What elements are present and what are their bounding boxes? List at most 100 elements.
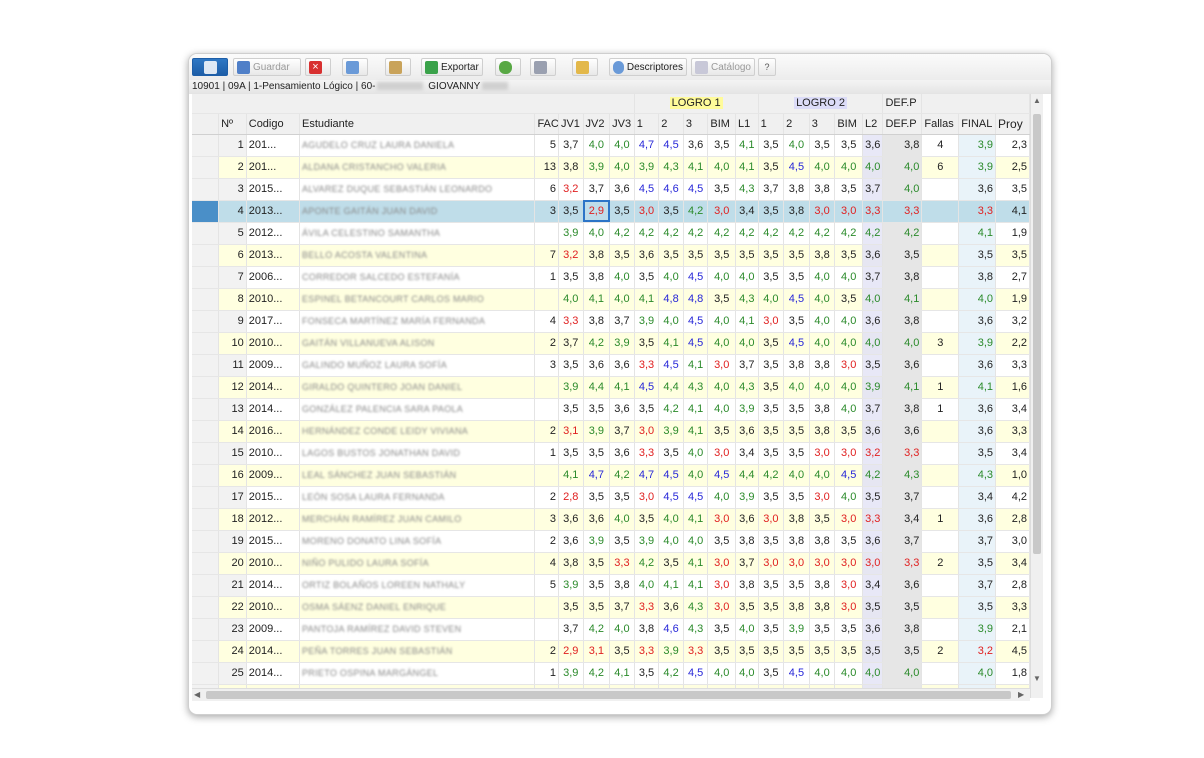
grade-cell-a3[interactable]: 4,1	[683, 354, 709, 377]
grade-cell-l1[interactable]: 3,8	[735, 574, 759, 597]
grade-cell-b2[interactable]: 4,0	[783, 464, 810, 487]
grade-cell-l1[interactable]: 4,0	[735, 662, 759, 685]
grade-cell-a3[interactable]: 4,0	[683, 530, 709, 553]
grade-cell-l1[interactable]: 3,4	[735, 200, 759, 223]
fac-cell[interactable]	[534, 288, 559, 311]
fallas-cell[interactable]: 6	[921, 156, 960, 179]
grade-cell-a2[interactable]: 3,9	[658, 640, 684, 663]
row-selector[interactable]	[192, 156, 220, 179]
grade-cell-l1[interactable]: 4,4	[735, 464, 759, 487]
grade-cell-a2[interactable]: 4,6	[658, 178, 684, 201]
grade-cell-b2[interactable]: 3,8	[783, 354, 810, 377]
fac-cell[interactable]: 5	[534, 574, 559, 597]
grade-cell-b2[interactable]: 4,5	[783, 332, 810, 355]
grade-cell-l1[interactable]: 3,4	[735, 442, 759, 465]
grade-cell-jv3[interactable]: 4,0	[609, 618, 635, 641]
grade-cell-jv3[interactable]: 3,9	[609, 332, 635, 355]
student-row[interactable]: 17 2015... LEÓN SOSA LAURA FERNANDA 2 2,8 3,5…	[192, 486, 1030, 509]
row-selector[interactable]	[192, 552, 220, 575]
grade-cell-b2[interactable]: 4,5	[783, 662, 810, 685]
grade-cell-a3[interactable]: 4,1	[683, 156, 709, 179]
grade-cell-l2[interactable]: 3,5	[862, 354, 884, 377]
grade-cell-a3[interactable]: 3,3	[683, 640, 709, 663]
row-selector[interactable]	[192, 486, 220, 509]
fac-cell[interactable]: 2	[534, 332, 559, 355]
export-button[interactable]: Exportar	[421, 58, 483, 76]
grade-cell-bim1[interactable]: 3,5	[707, 618, 737, 641]
grade-cell-jv1[interactable]: 3,5	[558, 596, 584, 619]
student-row[interactable]: 14 2016... HERNÁNDEZ CONDE LEIDY VIVIANA 2 3…	[192, 420, 1030, 443]
app-menu-button[interactable]	[192, 58, 228, 76]
grade-cell-a1[interactable]: 3,5	[634, 398, 660, 421]
grade-cell-l1[interactable]: 3,5	[735, 640, 759, 663]
scroll-left-icon[interactable]: ◀	[194, 690, 200, 699]
student-row[interactable]: 1 201... AGUDELO CRUZ LAURA DANIELA 5 3,7 4,0…	[192, 134, 1030, 157]
grade-cell-a2[interactable]: 4,8	[658, 288, 684, 311]
grade-cell-b3[interactable]: 3,0	[809, 486, 836, 509]
student-row[interactable]: 8 2010... ESPINEL BETANCOURT CARLOS MARIO 4…	[192, 288, 1030, 311]
grade-cell-a2[interactable]: 4,5	[658, 354, 684, 377]
grade-cell-b2[interactable]: 4,5	[783, 288, 810, 311]
fac-cell[interactable]: 2	[534, 420, 559, 443]
grade-cell-b3[interactable]: 3,5	[809, 640, 836, 663]
grade-cell-a3[interactable]: 4,1	[683, 508, 709, 531]
grade-cell-l2[interactable]: 3,3	[862, 508, 884, 531]
row-selector[interactable]	[192, 376, 220, 399]
grade-cell-b1[interactable]: 3,7	[758, 178, 785, 201]
grade-cell-jv2[interactable]: 3,8	[583, 310, 611, 333]
grade-cell-jv3[interactable]: 4,1	[609, 376, 635, 399]
grade-cell-b1[interactable]: 3,5	[758, 266, 785, 289]
grade-cell-l2[interactable]: 3,6	[862, 310, 884, 333]
grade-cell-l2[interactable]: 3,4	[862, 574, 884, 597]
grade-cell-bim1[interactable]: 3,0	[707, 508, 737, 531]
grade-cell-b3[interactable]: 3,8	[809, 354, 836, 377]
grade-cell-l2[interactable]: 3,3	[862, 200, 884, 223]
grade-cell-l1[interactable]: 4,1	[735, 134, 759, 157]
grade-cell-a2[interactable]: 4,3	[658, 156, 684, 179]
fac-cell[interactable]: 3	[534, 508, 559, 531]
grade-cell-a3[interactable]: 4,5	[683, 178, 709, 201]
grade-cell-l1[interactable]: 3,5	[735, 596, 759, 619]
catalogo-button[interactable]: Catálogo	[691, 58, 755, 76]
fac-cell[interactable]	[534, 596, 559, 619]
student-button[interactable]	[495, 58, 521, 76]
grade-cell-a2[interactable]: 4,2	[658, 662, 684, 685]
grade-cell-jv3[interactable]: 3,6	[609, 442, 635, 465]
grade-cell-a1[interactable]: 4,0	[634, 574, 660, 597]
grade-cell-b1[interactable]: 3,5	[758, 200, 785, 223]
col-header-code[interactable]: Codigo	[246, 113, 300, 135]
grade-cell-l1[interactable]: 3,8	[735, 530, 759, 553]
grade-cell-bim1[interactable]: 4,0	[707, 486, 737, 509]
grade-cell-jv3[interactable]: 4,2	[609, 464, 635, 487]
grade-cell-a2[interactable]: 4,4	[658, 376, 684, 399]
grade-cell-jv2[interactable]: 2,9	[583, 200, 611, 223]
grade-cell-l1[interactable]: 3,7	[735, 552, 759, 575]
grade-cell-a2[interactable]: 4,0	[658, 530, 684, 553]
fac-cell[interactable]	[534, 398, 559, 421]
grade-cell-b1[interactable]: 3,5	[758, 442, 785, 465]
grade-cell-b1[interactable]: 3,5	[758, 134, 785, 157]
paste-button[interactable]	[385, 58, 411, 76]
grade-cell-bim1[interactable]: 4,0	[707, 376, 737, 399]
grade-cell-l2[interactable]: 3,7	[862, 398, 884, 421]
grade-cell-jv3[interactable]: 3,7	[609, 420, 635, 443]
grade-cell-a1[interactable]: 3,6	[634, 244, 660, 267]
grade-cell-a1[interactable]: 3,9	[634, 156, 660, 179]
grade-cell-jv1[interactable]: 3,7	[558, 134, 584, 157]
fac-cell[interactable]: 6	[534, 178, 559, 201]
col-header-l2[interactable]: L2	[862, 113, 884, 135]
fac-cell[interactable]: 4	[534, 310, 559, 333]
student-row[interactable]: 23 2009... PANTOJA RAMÍREZ DAVID STEVEN 3,7…	[192, 618, 1030, 641]
col-header-a3[interactable]: 3	[683, 113, 709, 135]
grade-cell-b3[interactable]: 3,0	[809, 200, 836, 223]
grade-cell-a3[interactable]: 3,5	[683, 244, 709, 267]
grade-cell-l2[interactable]: 4,0	[862, 288, 884, 311]
grade-cell-jv3[interactable]: 4,0	[609, 156, 635, 179]
grade-cell-jv1[interactable]: 3,5	[558, 266, 584, 289]
grade-cell-bim2[interactable]: 3,5	[834, 420, 863, 443]
grade-cell-a3[interactable]: 4,5	[683, 266, 709, 289]
grade-cell-jv2[interactable]: 3,5	[583, 398, 611, 421]
grade-cell-b2[interactable]: 3,5	[783, 574, 810, 597]
student-row[interactable]: 12 2014... GIRALDO QUINTERO JOAN DANIEL 3,9…	[192, 376, 1030, 399]
fac-cell[interactable]: 2	[534, 640, 559, 663]
